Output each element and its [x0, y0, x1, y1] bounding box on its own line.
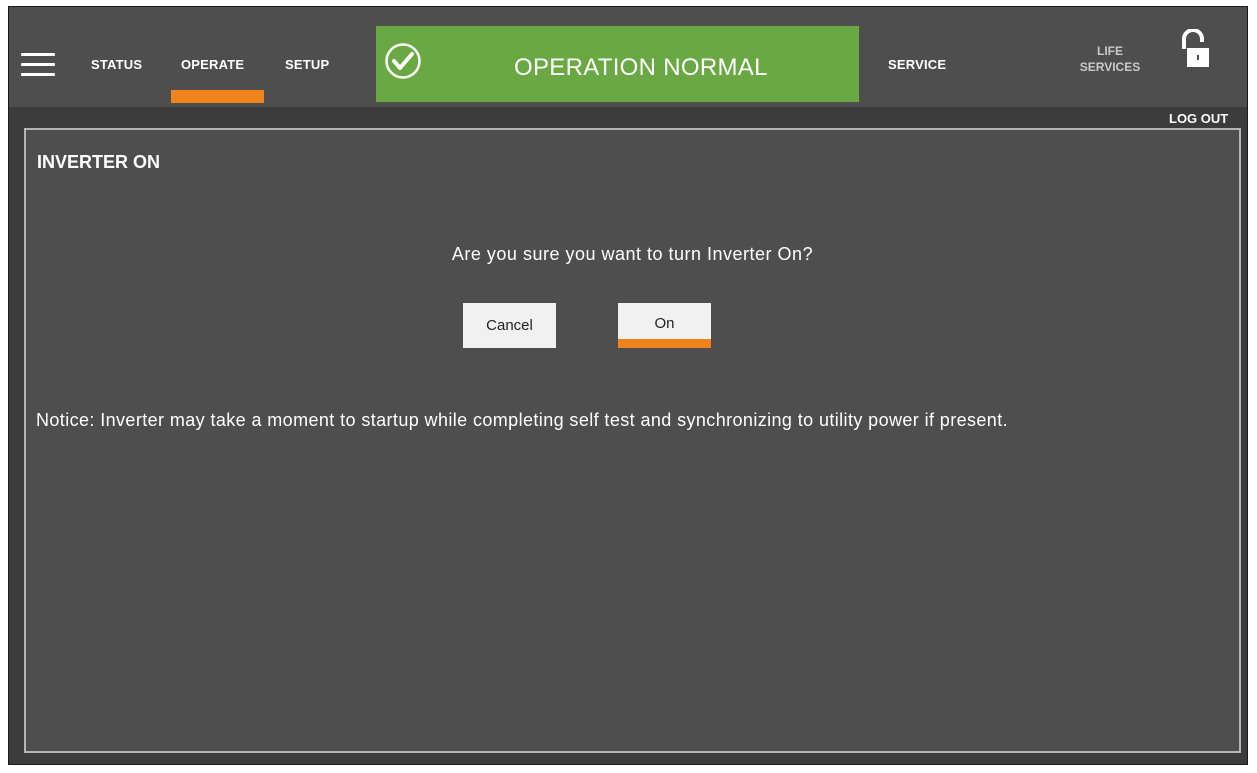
- life-services-label-line1: LIFE: [1097, 44, 1123, 58]
- nav-tab-life-services[interactable]: LIFE SERVICES: [1067, 43, 1153, 75]
- confirmation-panel: INVERTER ON Are you sure you want to tur…: [24, 128, 1241, 753]
- top-navigation-bar: STATUS OPERATE SETUP OPERATION NORMAL SE…: [9, 7, 1247, 107]
- status-banner[interactable]: OPERATION NORMAL: [376, 26, 859, 102]
- nav-tab-setup[interactable]: SETUP: [285, 57, 329, 72]
- active-tab-indicator: [171, 90, 264, 103]
- panel-title: INVERTER ON: [37, 152, 161, 172]
- confirmation-question: Are you sure you want to turn Inverter O…: [451, 244, 814, 264]
- hamburger-menu-icon[interactable]: [21, 53, 55, 77]
- logout-button[interactable]: LOG OUT: [1169, 111, 1228, 126]
- unlocked-padlock-icon[interactable]: [1181, 29, 1209, 71]
- nav-tab-service[interactable]: SERVICE: [888, 57, 946, 72]
- inverter-on-button[interactable]: On: [618, 303, 711, 348]
- status-text: OPERATION NORMAL: [514, 54, 768, 81]
- app-frame: STATUS OPERATE SETUP OPERATION NORMAL SE…: [8, 6, 1248, 765]
- life-services-label-line2: SERVICES: [1079, 60, 1141, 74]
- cancel-button[interactable]: Cancel: [463, 303, 556, 348]
- nav-tab-status[interactable]: STATUS: [91, 57, 142, 72]
- nav-tab-operate[interactable]: OPERATE: [181, 57, 244, 72]
- notice-text: Notice: Inverter may take a moment to st…: [36, 410, 1009, 430]
- check-circle-icon: [385, 43, 421, 79]
